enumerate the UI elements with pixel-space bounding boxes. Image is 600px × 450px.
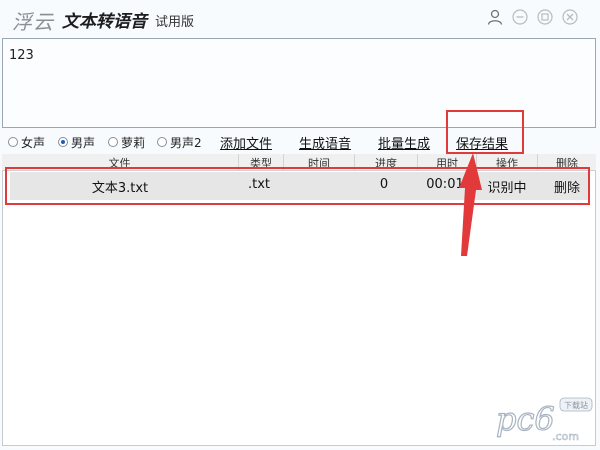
watermark-brand: pc6 — [496, 400, 555, 438]
pc6-watermark-logo: pc6 .com 下载站 — [495, 397, 593, 443]
annotation-arrow-icon — [459, 153, 482, 256]
watermark-badge: 下载站 — [564, 400, 588, 410]
watermark-domain: .com — [552, 430, 579, 443]
